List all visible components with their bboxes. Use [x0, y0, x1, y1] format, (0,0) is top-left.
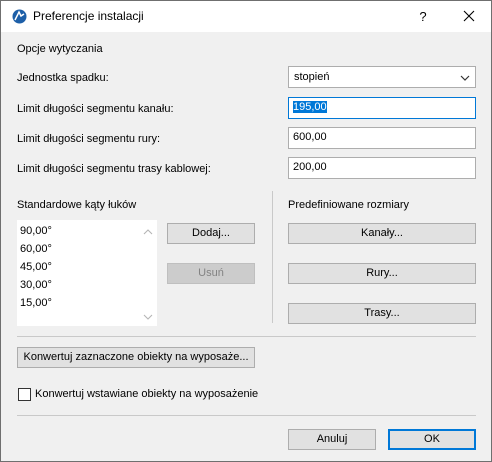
cancel-button[interactable]: Anuluj: [288, 429, 376, 450]
list-item[interactable]: 60,00°: [20, 243, 52, 255]
ducts-button[interactable]: Kanały...: [288, 223, 476, 244]
list-item[interactable]: 45,00°: [20, 261, 52, 273]
horizontal-divider: [17, 336, 476, 337]
pipes-button[interactable]: Rury...: [288, 263, 476, 284]
cable-limit-input[interactable]: 200,00: [288, 157, 476, 179]
chevron-down-icon: [460, 75, 470, 81]
remove-angle-button[interactable]: Usuń: [167, 263, 255, 284]
slope-unit-label: Jednostka spadku:: [17, 72, 109, 84]
footer-divider: [17, 415, 476, 416]
vertical-divider: [272, 191, 273, 323]
convert-placed-label[interactable]: Konwertuj wstawiane obiekty na wyposażen…: [35, 388, 258, 400]
section-title: Opcje wytyczania: [17, 43, 103, 55]
duct-limit-label: Limit długości segmentu kanału:: [17, 103, 174, 115]
duct-limit-value: 195,00: [293, 101, 327, 113]
cable-limit-value: 200,00: [293, 161, 327, 173]
ok-button[interactable]: OK: [388, 429, 476, 450]
add-angle-button[interactable]: Dodaj...: [167, 223, 255, 244]
list-item[interactable]: 90,00°: [20, 225, 52, 237]
close-button[interactable]: [447, 1, 491, 32]
convert-placed-checkbox[interactable]: [18, 388, 31, 401]
predefined-sizes-title: Predefiniowane rozmiary: [288, 199, 410, 211]
scroll-down-arrow-icon[interactable]: [142, 312, 154, 322]
help-button[interactable]: ?: [405, 1, 441, 32]
routes-button[interactable]: Trasy...: [288, 303, 476, 324]
convert-selected-button[interactable]: Konwertuj zaznaczone obiekty na wyposaże…: [17, 347, 255, 368]
title-bar[interactable]: Preferencje instalacji ?: [1, 1, 491, 32]
slope-unit-dropdown[interactable]: stopień: [288, 66, 476, 88]
preferences-dialog: Preferencje instalacji ? Opcje wytyczani…: [0, 0, 492, 462]
duct-limit-input[interactable]: 195,00: [288, 97, 476, 119]
list-item[interactable]: 30,00°: [20, 279, 52, 291]
close-icon: [463, 10, 475, 22]
scroll-up-arrow-icon[interactable]: [142, 227, 154, 237]
cable-limit-label: Limit długości segmentu trasy kablowej:: [17, 163, 211, 175]
pipe-limit-label: Limit długości segmentu rury:: [17, 133, 161, 145]
pipe-limit-input[interactable]: 600,00: [288, 127, 476, 149]
slope-unit-value: stopień: [294, 71, 330, 83]
list-item[interactable]: 15,00°: [20, 297, 52, 309]
arc-angles-title: Standardowe kąty łuków: [17, 199, 137, 211]
window-title: Preferencje instalacji: [33, 9, 144, 23]
pipe-limit-value: 600,00: [293, 131, 327, 143]
arc-angles-list[interactable]: 90,00° 60,00° 45,00° 30,00° 15,00°: [17, 220, 157, 326]
archicad-app-icon: [12, 9, 27, 24]
